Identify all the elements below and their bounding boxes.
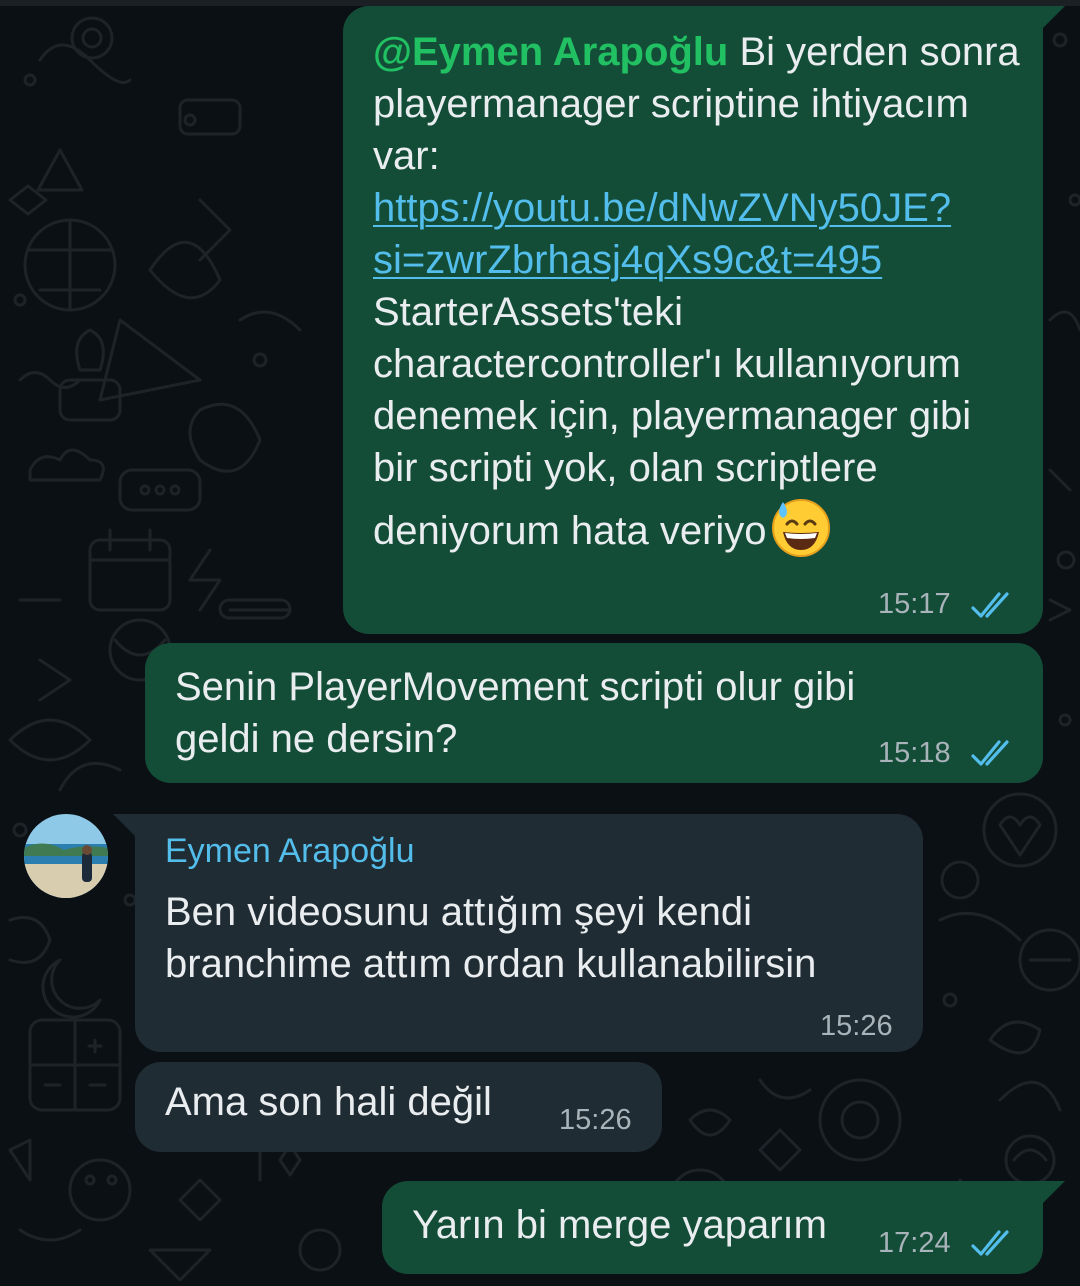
message-bubble-incoming[interactable]: Ama son hali değil 15:26: [135, 1062, 662, 1152]
mention[interactable]: @Eymen Arapoğlu: [373, 30, 728, 74]
message-bubble-outgoing[interactable]: @Eymen Arapoğlu Bi yerden sonra playerma…: [343, 6, 1043, 634]
bubble-tail-outgoing: [1043, 1181, 1065, 1203]
message-text: Yarın bi merge yaparım: [412, 1203, 827, 1247]
read-double-check-icon: [971, 592, 1009, 618]
message-text: Ama son hali değil: [165, 1080, 492, 1124]
message-text: Ben videosunu attığım şeyi kendi branchi…: [165, 890, 817, 986]
message-time: 15:18: [878, 737, 951, 769]
read-double-check-icon: [971, 740, 1009, 766]
message-bubble-outgoing[interactable]: Yarın bi merge yaparım 17:24: [382, 1181, 1043, 1274]
message-time: 15:26: [820, 1010, 893, 1042]
message-bubble-incoming[interactable]: Eymen Arapoğlu Ben videosunu attığım şey…: [135, 814, 923, 1052]
read-double-check-icon: [971, 1230, 1009, 1256]
message-link[interactable]: https://youtu.be/dNwZVNy50JE?si=zwrZbrha…: [373, 186, 951, 282]
avatar-photo: [24, 814, 108, 898]
bubble-tail-incoming: [113, 814, 135, 836]
message-time: 15:17: [878, 588, 951, 620]
avatar[interactable]: [24, 814, 108, 898]
message-text: Senin PlayerMovement scripti olur gibi g…: [175, 665, 867, 761]
message-time: 15:26: [559, 1104, 632, 1136]
message-bubble-outgoing[interactable]: Senin PlayerMovement scripti olur gibi g…: [145, 643, 1043, 783]
sender-name[interactable]: Eymen Arapoğlu: [165, 832, 415, 871]
message-time: 17:24: [878, 1227, 951, 1259]
message-text: @Eymen Arapoğlu Bi yerden sonra playerma…: [373, 26, 1023, 558]
bubble-tail-outgoing: [1043, 6, 1065, 28]
grinning-face-with-sweat-icon: [771, 499, 830, 557]
